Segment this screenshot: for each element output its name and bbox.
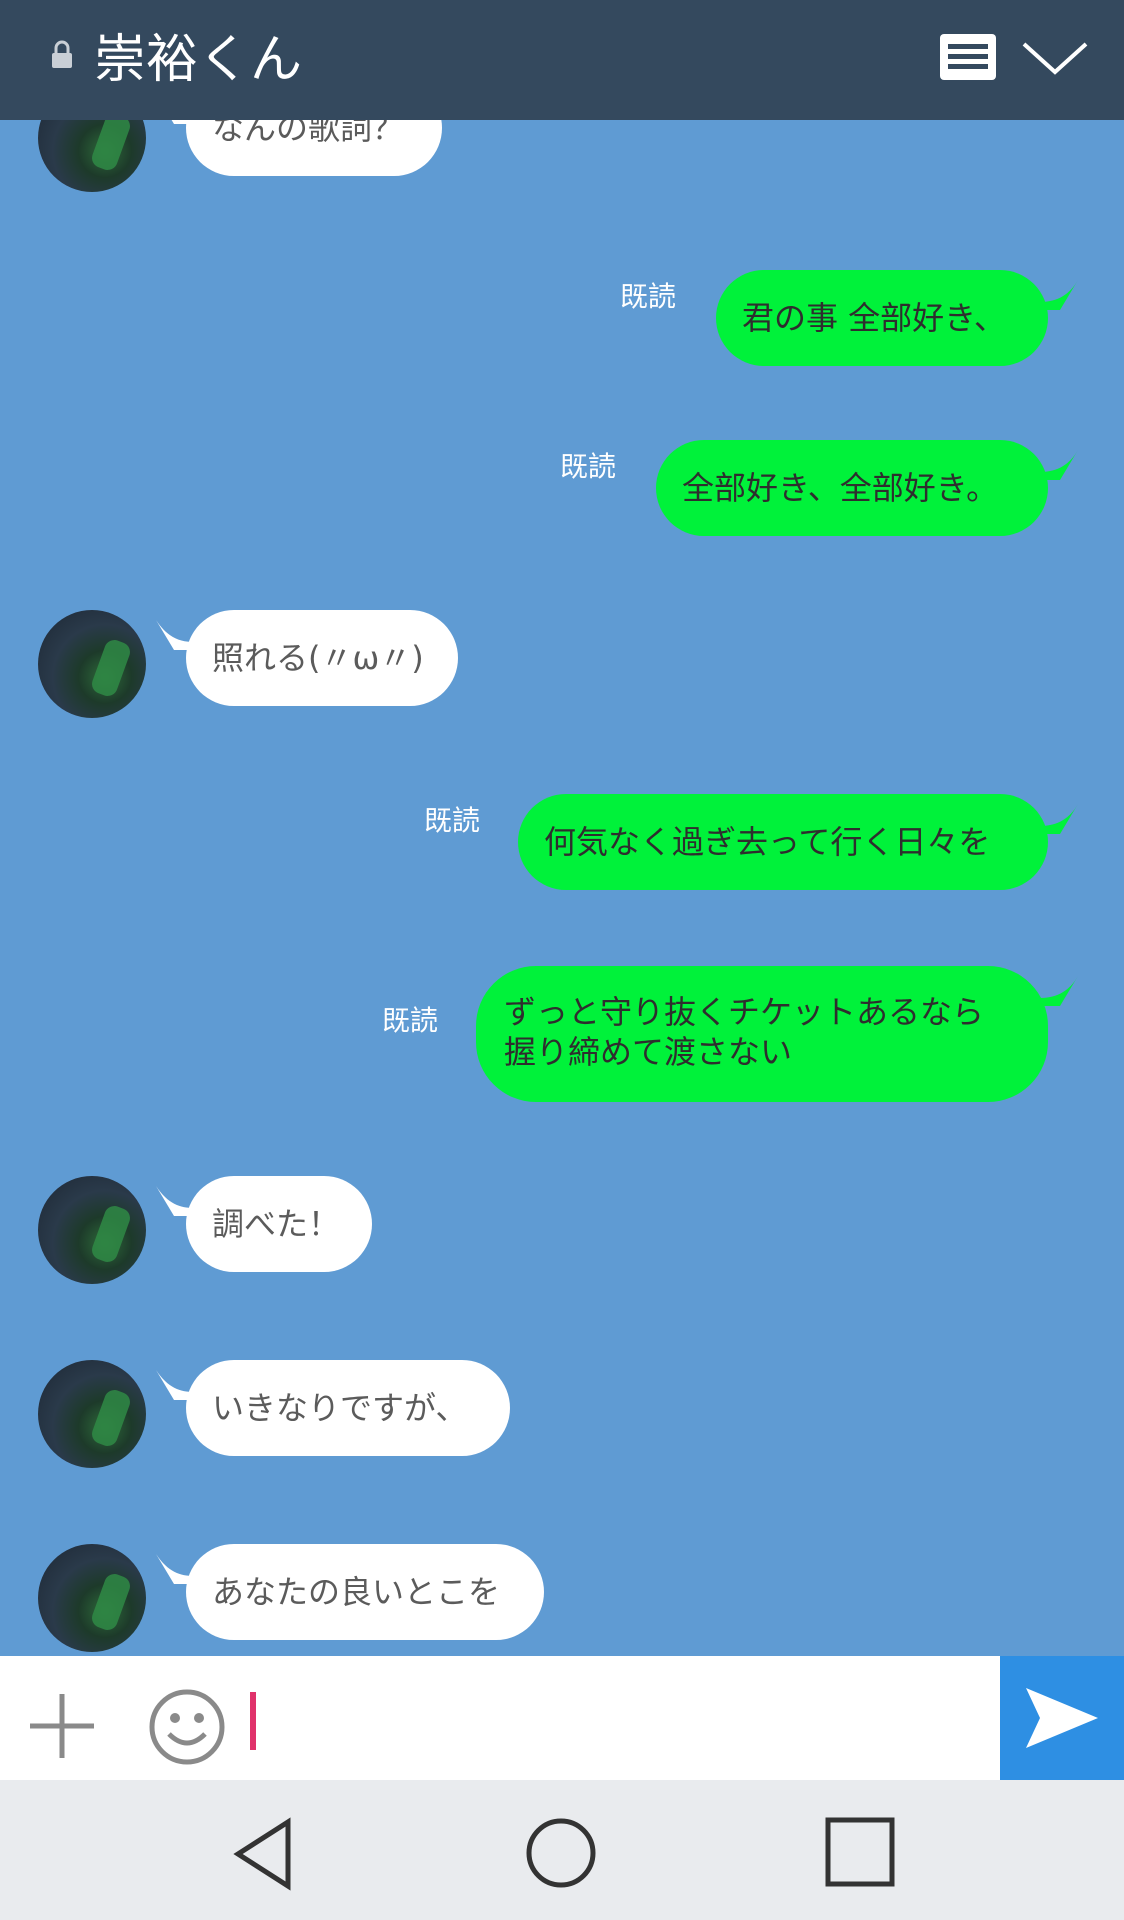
message-bubble[interactable]: 全部好き、全部好き。: [656, 440, 1048, 536]
message-composer: [0, 1656, 1124, 1780]
message-bubble[interactable]: ずっと守り抜くチケットあるなら 握り締めて渡さない: [476, 966, 1048, 1102]
read-receipt: 既読: [560, 450, 617, 483]
read-receipt: 既読: [424, 804, 481, 837]
send-icon: [1026, 1688, 1098, 1748]
smile-icon[interactable]: [148, 1688, 226, 1766]
avatar[interactable]: [38, 610, 146, 718]
home-icon[interactable]: [524, 1816, 598, 1890]
message-bubble[interactable]: 何気なく過ぎ去って行く日々を: [518, 794, 1048, 890]
bubble-tail: [1040, 280, 1078, 310]
bubble-tail: [1040, 976, 1078, 1006]
avatar[interactable]: [38, 120, 146, 192]
chevron-down-icon[interactable]: [1020, 38, 1090, 78]
avatar[interactable]: [38, 1360, 146, 1468]
back-icon[interactable]: [232, 1816, 296, 1892]
read-receipt: 既読: [382, 1004, 439, 1037]
message-line: 握り締めて渡さない: [504, 1033, 793, 1071]
menu-icon[interactable]: [938, 32, 998, 82]
text-input-cursor[interactable]: [250, 1692, 256, 1750]
message-bubble[interactable]: 照れる(〃ω〃): [186, 610, 458, 706]
recents-icon[interactable]: [824, 1816, 896, 1888]
chat-messages[interactable]: なんの歌詞？ 既読 君の事 全部好き、 既読 全部好き、全部好き。 照れる(〃ω…: [0, 120, 1124, 1656]
bubble-tail: [1040, 450, 1078, 480]
avatar[interactable]: [38, 1544, 146, 1652]
chat-header: 崇裕くん: [0, 0, 1124, 120]
avatar[interactable]: [38, 1176, 146, 1284]
chat-title: 崇裕くん: [94, 30, 303, 90]
read-receipt: 既読: [620, 280, 677, 313]
message-bubble[interactable]: なんの歌詞？: [186, 120, 442, 176]
system-nav-bar: [0, 1780, 1124, 1920]
message-bubble[interactable]: あなたの良いとこを: [186, 1544, 544, 1640]
message-line: ずっと守り抜くチケットあるなら: [504, 993, 985, 1031]
message-bubble[interactable]: 君の事 全部好き、: [716, 270, 1048, 366]
send-button[interactable]: [1000, 1656, 1124, 1780]
lock-icon: [52, 40, 72, 68]
plus-icon[interactable]: [26, 1690, 98, 1762]
message-bubble[interactable]: いきなりですが、: [186, 1360, 510, 1456]
message-bubble[interactable]: 調べた！: [186, 1176, 372, 1272]
bubble-tail: [1040, 804, 1078, 834]
